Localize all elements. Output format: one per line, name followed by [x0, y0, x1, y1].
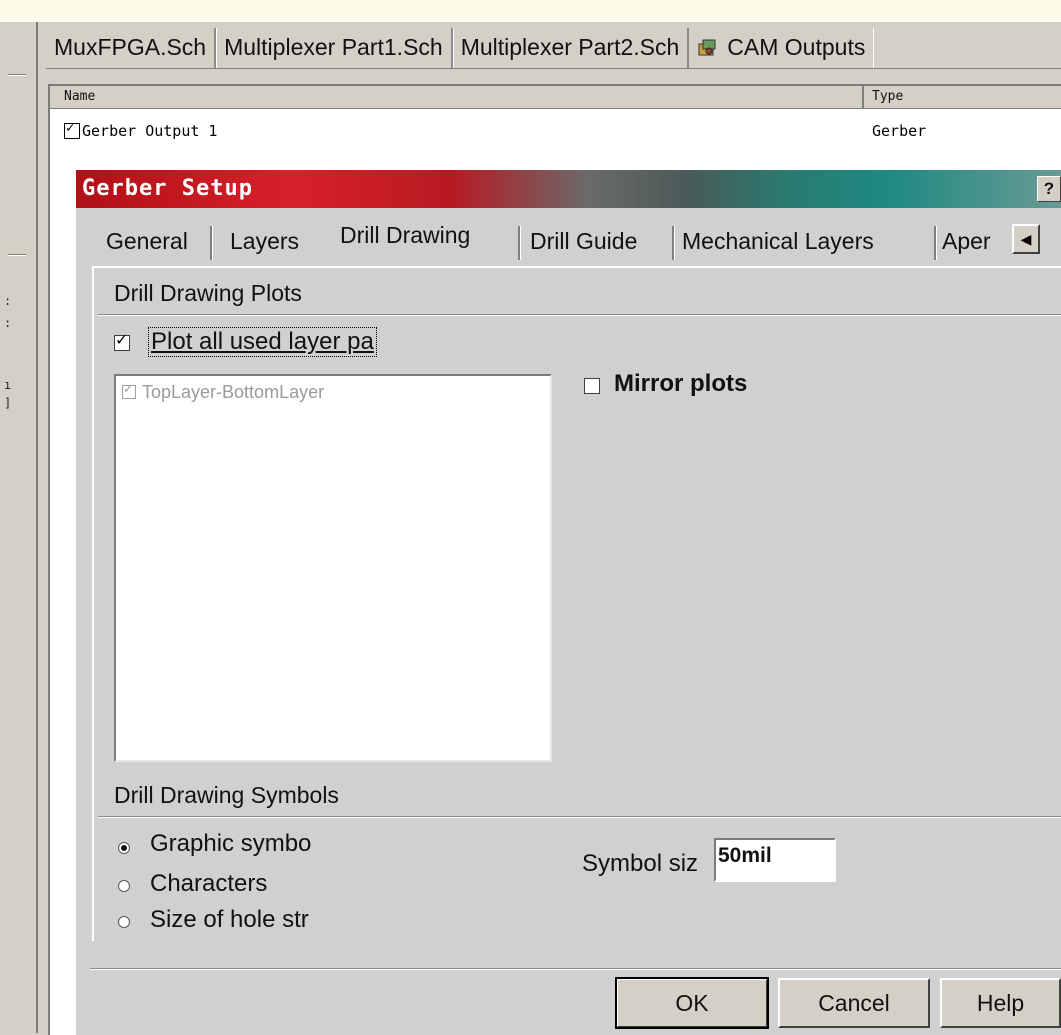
size-of-hole-string-label[interactable]: Size of hole str: [150, 906, 309, 934]
list-header: Name Type: [50, 86, 1061, 109]
panel-marker: :: [4, 294, 12, 308]
row-checkbox[interactable]: [64, 120, 80, 139]
tab-drill-drawing[interactable]: Drill Drawing: [340, 222, 470, 249]
layer-pairs-listbox[interactable]: TopLayer-BottomLayer: [114, 374, 552, 762]
tab-multiplexer-part2-sch[interactable]: Multiplexer Part2.Sch: [453, 28, 690, 68]
tab-separator: [518, 226, 521, 260]
help-button[interactable]: Help: [940, 978, 1061, 1028]
dialog-title-bar[interactable]: Gerber Setup ?: [76, 170, 1061, 208]
tab-label: CAM Outputs: [727, 34, 866, 60]
column-header-name[interactable]: Name: [64, 89, 95, 104]
column-separator[interactable]: [862, 86, 864, 108]
tab-general[interactable]: General: [106, 228, 188, 255]
plot-all-used-text: Plot all used layer pa: [151, 328, 374, 355]
panel-marker: :: [4, 316, 12, 330]
tab-mechanical-layers[interactable]: Mechanical Layers: [682, 228, 874, 255]
layer-pair-checkbox: [122, 382, 136, 399]
dialog-tab-strip: General Layers Drill Drawing Drill Guide…: [94, 220, 1061, 264]
mirror-plots-label[interactable]: Mirror plots: [614, 370, 747, 398]
tab-label: MuxFPGA.Sch: [54, 34, 207, 60]
tab-separator: [210, 226, 213, 260]
row-name: Gerber Output 1: [82, 122, 218, 140]
document-tab-bar: MuxFPGA.Sch Multiplexer Part1.Sch Multip…: [46, 28, 1061, 69]
tab-muxfpga-sch[interactable]: MuxFPGA.Sch: [46, 28, 217, 68]
tab-scroll-left-button[interactable]: ◀: [1012, 224, 1040, 254]
mirror-plots-checkbox[interactable]: [584, 378, 600, 394]
tab-label: Multiplexer Part1.Sch: [224, 34, 443, 60]
characters-label[interactable]: Characters: [150, 870, 267, 898]
group-divider: [98, 314, 1061, 316]
symbol-size-label: Symbol siz: [582, 850, 699, 877]
cam-outputs-icon: [697, 37, 719, 57]
symbol-size-input[interactable]: 50mil: [714, 838, 836, 882]
list-row[interactable]: Gerber Output 1 Gerber: [50, 120, 1061, 142]
help-question-button[interactable]: ?: [1037, 176, 1061, 202]
group-divider: [98, 816, 1061, 818]
tab-label: Multiplexer Part2.Sch: [460, 34, 680, 60]
group-title-drill-drawing-symbols: Drill Drawing Symbols: [114, 782, 339, 808]
top-band: [0, 0, 1061, 22]
cancel-button[interactable]: Cancel: [778, 978, 930, 1028]
tab-drill-guide[interactable]: Drill Guide: [530, 228, 637, 255]
graphic-symbols-radio[interactable]: [118, 842, 130, 854]
tab-separator: [934, 226, 937, 260]
ok-button[interactable]: OK: [615, 977, 769, 1029]
panel-divider: [8, 254, 26, 256]
plot-all-used-label[interactable]: Plot all used layer pa: [148, 327, 377, 357]
tab-apertures[interactable]: Aper: [942, 228, 991, 255]
tab-separator: [672, 226, 675, 260]
tab-cam-outputs[interactable]: CAM Outputs: [689, 28, 874, 68]
layer-pair-item: TopLayer-BottomLayer: [122, 382, 324, 403]
column-header-type[interactable]: Type: [872, 89, 903, 104]
panel-marker: ]: [4, 396, 12, 410]
characters-radio[interactable]: [118, 880, 130, 892]
row-type: Gerber: [872, 122, 927, 140]
dialog-title: Gerber Setup: [82, 176, 253, 201]
graphic-symbols-label[interactable]: Graphic symbo: [150, 830, 311, 858]
button-row-divider: [90, 968, 1061, 970]
tab-multiplexer-part1-sch[interactable]: Multiplexer Part1.Sch: [216, 28, 453, 68]
size-of-hole-string-radio[interactable]: [118, 916, 130, 928]
layer-pair-label: TopLayer-BottomLayer: [142, 382, 325, 402]
left-side-panel: : : ı ]: [0, 22, 38, 1033]
gerber-setup-dialog: Gerber Setup ? General Layers Drill Draw…: [74, 168, 1061, 1035]
panel-marker: ı: [4, 378, 12, 392]
panel-divider: [8, 74, 26, 76]
tab-layers[interactable]: Layers: [230, 228, 299, 255]
plot-all-used-checkbox[interactable]: [114, 330, 130, 351]
group-title-drill-drawing-plots: Drill Drawing Plots: [114, 280, 302, 306]
